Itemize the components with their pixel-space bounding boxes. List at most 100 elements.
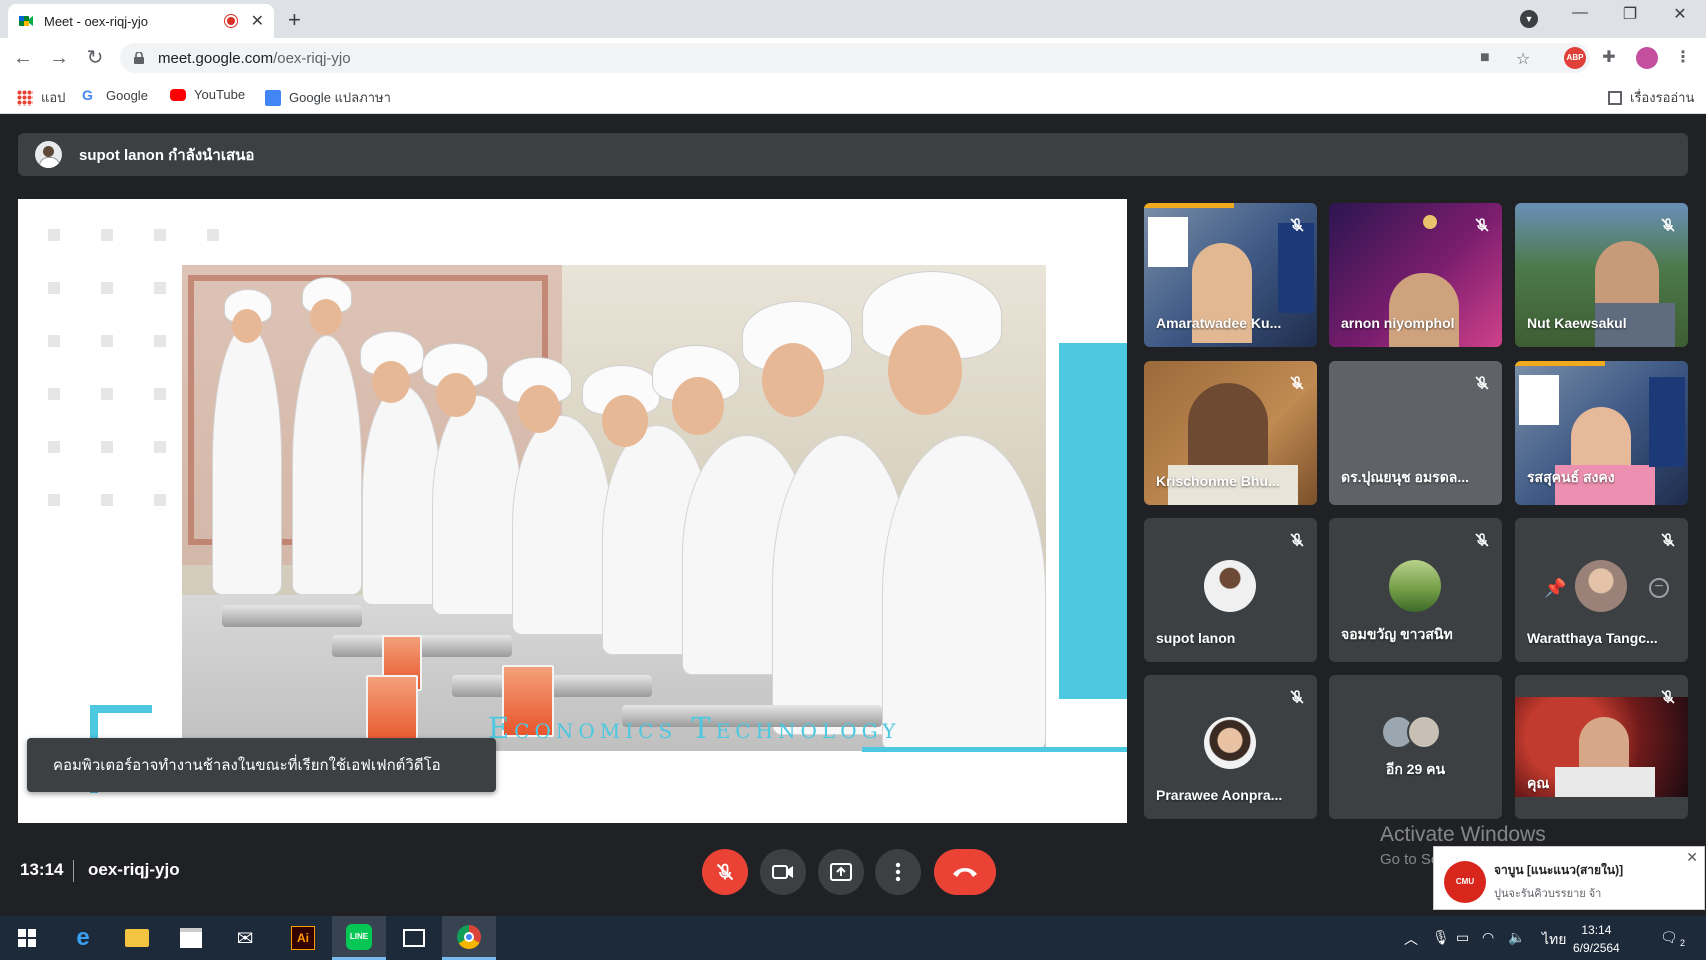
participant-tile[interactable]: 📌 − Waratthaya Tangc... [1515, 518, 1688, 662]
present-now-button[interactable] [818, 849, 864, 895]
bookmark-apps[interactable]: แอป [17, 87, 65, 108]
more-vert-icon [895, 862, 901, 882]
tray-battery-icon[interactable]: ▭ [1456, 929, 1469, 946]
participant-tile[interactable]: รสสุคนธ์ สงคง [1515, 361, 1688, 505]
forward-arrow-icon[interactable]: → [46, 45, 72, 71]
translate-icon [265, 89, 281, 106]
bookmark-google[interactable]: G Google [82, 87, 148, 103]
participant-tile[interactable]: จอมขวัญ ขาวสนิท [1329, 518, 1502, 662]
taskbar-store[interactable] [164, 916, 218, 960]
close-window-button[interactable]: ✕ [1660, 4, 1700, 24]
extensions-puzzle-icon[interactable]: ✚ [1598, 47, 1620, 69]
address-bar[interactable]: meet.google.com/oex-riqj-yjo ■ ☆ [120, 43, 1590, 73]
tray-wifi-icon[interactable]: ◠ [1482, 929, 1494, 946]
line-notification-popup[interactable]: CMU จาบูน [แนะแนว(สายใน)] ปูนจะรันคิวบรร… [1433, 846, 1705, 910]
photos-icon [403, 929, 425, 947]
participant-tile[interactable]: Krischonme Bhu... [1144, 361, 1317, 505]
windows-taskbar: e ✉ Ai LINE ︿ 🎙 ▭ ◠ 🔈 ไทย 13:14 6/9/2564… [0, 916, 1706, 960]
meeting-time: 13:14 [20, 860, 64, 879]
mic-off-icon [1661, 533, 1675, 547]
microphone-toggle-button[interactable] [702, 849, 748, 895]
browser-tab-meet[interactable]: Meet - oex-riqj-yjo ✕ [8, 4, 274, 38]
tab-close-icon[interactable]: ✕ [251, 11, 264, 31]
bookmark-youtube[interactable]: YouTube [170, 87, 245, 102]
more-options-button[interactable] [875, 849, 921, 895]
camera-toggle-button[interactable] [760, 849, 806, 895]
leave-call-button[interactable] [934, 849, 996, 895]
participant-name: ดร.ปุณยนุช อมรดล... [1341, 469, 1470, 485]
recording-indicator-icon [224, 15, 237, 27]
participant-avatar [1407, 715, 1441, 749]
camera-permission-icon[interactable]: ■ [1480, 49, 1490, 67]
browser-menu-icon[interactable]: ⋮ [1672, 47, 1694, 69]
participant-name: Nut Kaewsakul [1527, 315, 1627, 331]
browser-toolbar: ← → ↻ meet.google.com/oex-riqj-yjo ■ ☆ A… [0, 38, 1706, 78]
participant-name: รสสุคนธ์ สงคง [1527, 469, 1615, 485]
tab-title: Meet - oex-riqj-yjo [44, 13, 149, 29]
windows-logo-icon [18, 929, 36, 947]
google-logo-icon: G [82, 87, 93, 103]
reload-icon[interactable]: ↻ [82, 45, 108, 71]
tray-microphone-icon[interactable]: 🎙 [1432, 929, 1450, 946]
participant-tile[interactable]: supot lanon [1144, 518, 1317, 662]
taskbar-file-explorer[interactable] [110, 916, 164, 960]
tray-volume-icon[interactable]: 🔈 [1508, 929, 1525, 946]
participant-name: Waratthaya Tangc... [1527, 630, 1658, 646]
pin-icon[interactable]: 📌 [1544, 578, 1566, 599]
self-view-tile[interactable]: คุณ [1515, 675, 1688, 819]
reading-list-icon [1608, 90, 1622, 105]
chrome-icon [457, 924, 481, 949]
edge-icon: e [76, 924, 90, 951]
back-arrow-icon[interactable]: ← [10, 45, 36, 71]
notification-close-icon[interactable]: ✕ [1686, 849, 1698, 866]
notification-count-badge: 2 [1680, 938, 1686, 948]
participant-tile[interactable]: Prarawee Aonpra... [1144, 675, 1317, 819]
mic-off-icon [1661, 690, 1675, 704]
participant-name: Amaratwadee Ku... [1156, 315, 1282, 331]
tray-language-indicator[interactable]: ไทย [1542, 929, 1566, 951]
participant-avatar [1204, 560, 1256, 612]
reading-list-button[interactable]: เรื่องรออ่าน [1608, 87, 1694, 108]
participant-name: คุณ [1527, 775, 1550, 791]
profile-avatar[interactable] [1636, 47, 1658, 69]
taskbar-photos[interactable] [387, 916, 441, 960]
participant-tile[interactable]: Amaratwadee Ku... [1144, 203, 1317, 347]
bookmark-star-icon[interactable]: ☆ [1516, 49, 1530, 69]
url-text: meet.google.com/oex-riqj-yjo [158, 49, 351, 67]
taskbar-illustrator[interactable]: Ai [276, 916, 330, 960]
divider [73, 860, 74, 882]
folder-icon [125, 929, 149, 947]
taskbar-line[interactable]: LINE [332, 916, 386, 960]
performance-warning-toast: คอมพิวเตอร์อาจทำงานช้าลงในขณะที่เรียกใช้… [27, 738, 496, 792]
start-button[interactable] [0, 916, 54, 960]
presenting-banner: supot lanon กำลังนำเสนอ [18, 133, 1688, 176]
illustrator-icon: Ai [291, 926, 315, 950]
participant-tile[interactable]: ดร.ปุณยนุช อมรดล... [1329, 361, 1502, 505]
slide-title-text: Economics Technology [488, 711, 901, 745]
video-camera-icon [772, 865, 793, 879]
minimize-window-button[interactable]: — [1560, 4, 1600, 22]
meeting-code[interactable]: oex-riqj-yjo [88, 860, 180, 880]
presenter-avatar [35, 141, 62, 168]
more-participants-tile[interactable]: อีก 29 คน [1329, 675, 1502, 819]
taskbar-edge[interactable]: e [56, 916, 110, 960]
remove-participant-icon[interactable]: − [1649, 578, 1669, 598]
present-screen-icon [830, 863, 852, 881]
participant-tile[interactable]: Nut Kaewsakul [1515, 203, 1688, 347]
participant-tile[interactable]: arnon niyomphol [1329, 203, 1502, 347]
slide-decor-cyan-block [1059, 343, 1127, 699]
taskbar-mail[interactable]: ✉ [218, 916, 272, 960]
taskbar-chrome[interactable] [442, 916, 496, 960]
bookmark-google-translate[interactable]: Google แปลภาษา [265, 87, 391, 108]
store-bag-icon [180, 928, 202, 948]
new-tab-button[interactable]: + [288, 7, 301, 33]
mic-off-icon [1290, 218, 1304, 232]
adblock-extension-icon[interactable]: ABP [1564, 47, 1586, 69]
action-center-icon[interactable]: 🗨 [1660, 929, 1678, 946]
system-clock[interactable]: 13:14 6/9/2564 [1573, 921, 1620, 957]
mic-off-icon [1661, 218, 1675, 232]
tab-search-icon[interactable]: ▼ [1520, 10, 1538, 28]
maximize-window-button[interactable]: ❐ [1610, 4, 1650, 24]
mic-off-icon [1475, 533, 1489, 547]
tray-chevron-up-icon[interactable]: ︿ [1404, 929, 1418, 949]
